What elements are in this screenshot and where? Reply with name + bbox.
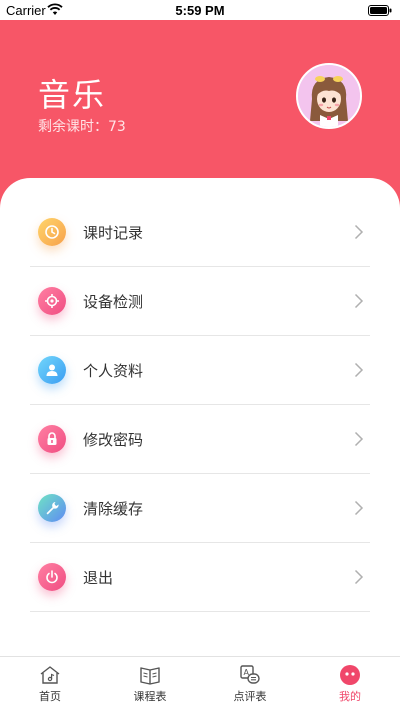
home-icon [40,666,60,684]
settings-card: 课时记录 设备检测 个人资料 修改密码 清除缓存 退出 [0,178,400,656]
profile-icon [340,665,360,685]
tab-label: 首页 [39,690,61,703]
tab-mine[interactable]: 我的 [300,657,400,710]
review-icon: A [240,665,260,684]
screen: Carrier 5:59 PM 音乐 剩余课时：73 课时记录 设备检测 个人资… [0,0,400,710]
lock-icon [38,425,66,453]
target-icon [38,287,66,315]
menu-item-device-check[interactable]: 设备检测 [30,267,370,336]
chevron-right-icon [354,362,364,378]
menu-item-logout[interactable]: 退出 [30,543,370,612]
menu-label: 课时记录 [83,224,144,242]
book-icon [140,667,160,685]
user-icon [38,356,66,384]
status-bar: Carrier 5:59 PM [0,0,400,20]
tab-schedule[interactable]: 课程表 [100,657,200,710]
chevron-right-icon [354,431,364,447]
menu-item-clear-cache[interactable]: 清除缓存 [30,474,370,543]
menu-item-lesson-records[interactable]: 课时记录 [30,198,370,267]
status-time: 5:59 PM [175,3,225,18]
page-title: 音乐 [38,76,107,114]
avatar[interactable] [296,63,362,129]
tab-home[interactable]: 首页 [0,657,100,710]
chevron-right-icon [354,500,364,516]
menu-label: 退出 [83,569,114,587]
clock-icon [38,218,66,246]
menu-label: 个人资料 [83,362,144,380]
tab-label: 点评表 [233,690,267,703]
wrench-icon [38,494,66,522]
menu-label: 设备检测 [83,293,144,311]
tab-label: 我的 [339,690,361,703]
menu-label: 清除缓存 [83,500,144,518]
settings-menu: 课时记录 设备检测 个人资料 修改密码 清除缓存 退出 [30,198,370,612]
chevron-right-icon [354,569,364,585]
tab-label: 课程表 [133,690,167,703]
battery-icon [368,5,392,16]
chevron-right-icon [354,224,364,240]
tab-bar: 首页 课程表 A 点评表 我的 [0,656,400,710]
chevron-right-icon [354,293,364,309]
menu-item-personal-info[interactable]: 个人资料 [30,336,370,405]
remaining-lessons: 剩余课时：73 [38,119,126,135]
menu-label: 修改密码 [83,431,144,449]
menu-item-change-password[interactable]: 修改密码 [30,405,370,474]
tab-review[interactable]: A 点评表 [200,657,300,710]
avatar-illustration [298,65,360,127]
power-icon [38,563,66,591]
